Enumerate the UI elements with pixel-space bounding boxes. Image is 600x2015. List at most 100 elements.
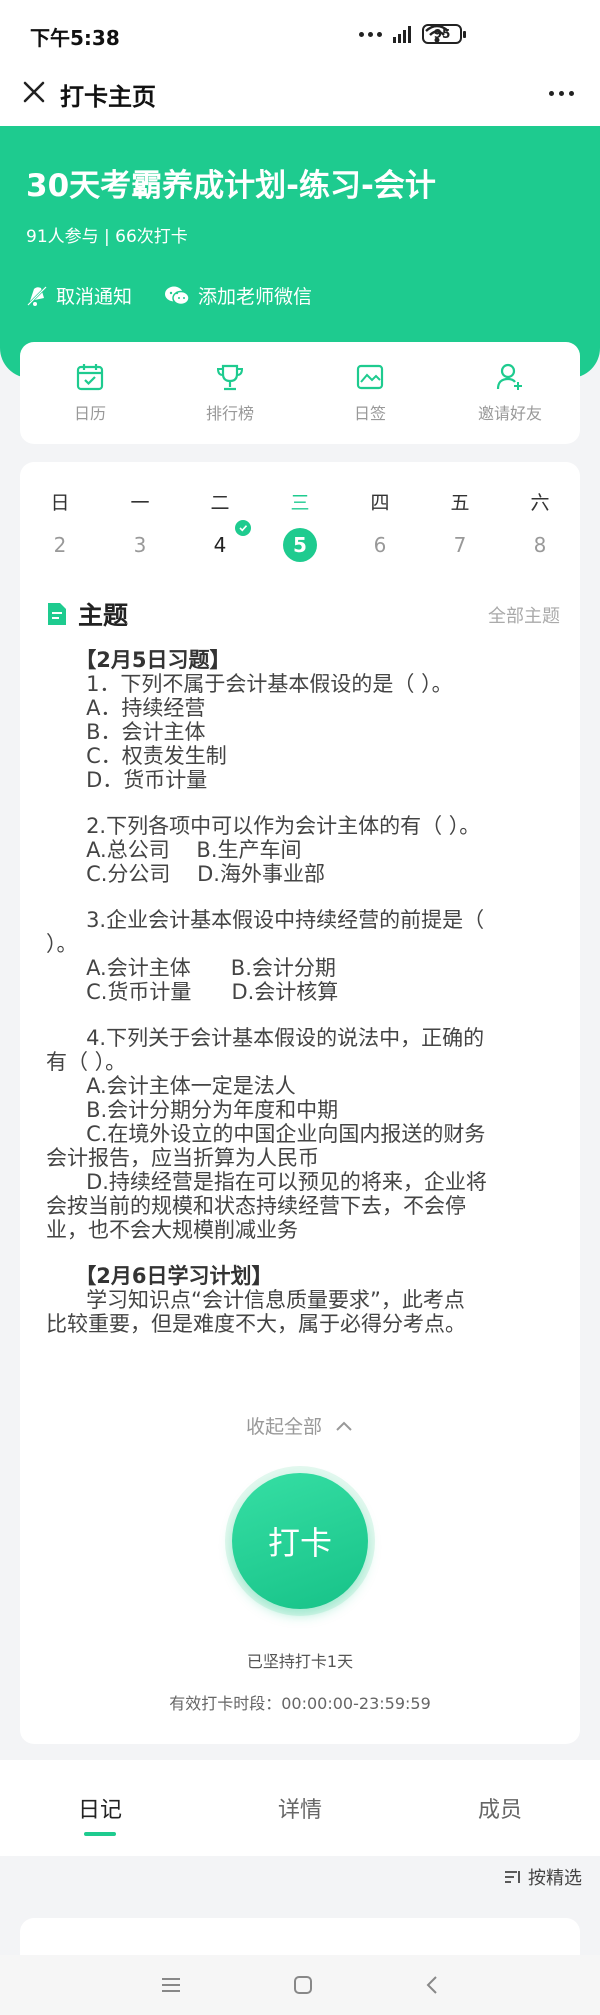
topic-line: 【2月5日习题】 bbox=[46, 648, 231, 672]
day-name: 日 bbox=[50, 492, 70, 514]
filter-featured-label: 按精选 bbox=[528, 1868, 582, 1889]
topic-line: 有（ ）。 bbox=[46, 1050, 127, 1074]
day-name: 三 bbox=[290, 492, 310, 514]
tab-diary[interactable]: 日记 bbox=[0, 1760, 200, 1856]
day-number-today: 5 bbox=[283, 528, 317, 562]
tab-diary-label: 日记 bbox=[77, 1798, 122, 1823]
tab-members-label: 成员 bbox=[477, 1798, 522, 1823]
tool-daily-sign-label: 日签 bbox=[353, 404, 386, 423]
tab-members[interactable]: 成员 bbox=[400, 1760, 600, 1856]
day-number: 2 bbox=[53, 533, 67, 557]
topic-line: B.会计分期分为年度和中期 bbox=[46, 1098, 339, 1122]
day-name: 二 bbox=[210, 492, 230, 514]
status-time: 下午5:38 bbox=[30, 26, 120, 50]
bell-off-icon bbox=[27, 285, 47, 306]
topic-line: A.会计主体 B.会计分期 bbox=[46, 956, 336, 980]
tab-details-label: 详情 bbox=[277, 1798, 322, 1823]
battery-icon: 95 bbox=[422, 24, 466, 44]
page-title: 打卡主页 bbox=[60, 83, 156, 111]
topic-line: 2.下列各项中可以作为会计主体的有（ ）。 bbox=[46, 814, 481, 838]
more-dots-icon bbox=[359, 31, 382, 37]
day-mon[interactable]: 一3 bbox=[100, 488, 180, 562]
topic-line: 业，也不会大规模削减业务 bbox=[46, 1218, 298, 1242]
document-icon bbox=[48, 603, 66, 625]
content-tabs: 日记 详情 成员 bbox=[0, 1760, 600, 1856]
day-fri[interactable]: 五7 bbox=[420, 488, 500, 562]
checkin-period: 有效打卡时段：00:00:00-23:59:59 bbox=[169, 1694, 431, 1713]
topic-line: 4.下列关于会计基本假设的说法中，正确的 bbox=[46, 1026, 485, 1050]
topic-line: A.总公司 B.生产车间 bbox=[46, 838, 302, 862]
checkin-button-wrap: 打卡 bbox=[225, 1466, 375, 1616]
day-sat[interactable]: 六8 bbox=[500, 488, 580, 562]
chevron-up-icon bbox=[336, 1421, 352, 1431]
week-calendar: 日2 一3 二4 三5 四6 五7 六8 bbox=[20, 488, 580, 562]
checked-icon bbox=[235, 520, 251, 536]
topic-line: 学习知识点“会计信息质量要求”，此考点 bbox=[46, 1288, 465, 1312]
tool-calendar[interactable]: 日历 bbox=[20, 342, 160, 444]
day-number-text: 4 bbox=[213, 533, 227, 557]
checkin-card: 日2 一3 二4 三5 四6 五7 六8 主题 全部主题 【2月5日习题】 1．… bbox=[20, 462, 580, 1744]
cancel-notify-button[interactable]: 取消通知 bbox=[26, 282, 132, 309]
add-teacher-wechat-button[interactable]: 添加老师微信 bbox=[164, 282, 312, 309]
day-name: 四 bbox=[370, 492, 390, 514]
signal-icon bbox=[393, 26, 411, 43]
day-thu[interactable]: 四6 bbox=[340, 488, 420, 562]
close-icon bbox=[23, 81, 45, 103]
checkin-button[interactable]: 打卡 bbox=[232, 1473, 368, 1609]
tool-invite-friends-label: 邀请好友 bbox=[477, 404, 542, 423]
topic-line: ）。 bbox=[46, 932, 78, 956]
filter-featured-button[interactable]: 按精选 bbox=[504, 1864, 582, 1890]
close-button[interactable] bbox=[16, 74, 52, 110]
topic-line: 1．下列不属于会计基本假设的是（ ）。 bbox=[46, 672, 453, 696]
tab-details[interactable]: 详情 bbox=[200, 1760, 400, 1856]
tool-daily-sign[interactable]: 日签 bbox=[300, 342, 440, 444]
topic-line: A．持续经营 bbox=[46, 696, 206, 720]
day-number: 3 bbox=[133, 533, 147, 557]
cancel-notify-label: 取消通知 bbox=[56, 286, 133, 308]
topic-line: D．货币计量 bbox=[46, 768, 208, 792]
hero-actions: 取消通知 添加老师微信 bbox=[26, 282, 312, 309]
topic-content: 【2月5日习题】 1．下列不属于会计基本假设的是（ ）。 A．持续经营 B．会计… bbox=[46, 648, 566, 1336]
day-name: 一 bbox=[130, 492, 150, 514]
tools-bar: 日历 排行榜 日签 邀请好友 bbox=[20, 342, 580, 444]
tool-leaderboard[interactable]: 排行榜 bbox=[160, 342, 300, 444]
tool-invite-friends[interactable]: 邀请好友 bbox=[440, 342, 580, 444]
day-wed[interactable]: 三5 bbox=[260, 488, 340, 562]
back-icon[interactable] bbox=[424, 1974, 440, 1996]
topic-line: B．会计主体 bbox=[46, 720, 206, 744]
day-tue[interactable]: 二4 bbox=[180, 488, 260, 562]
sort-icon bbox=[505, 1871, 520, 1883]
day-name: 五 bbox=[450, 492, 470, 514]
day-name: 六 bbox=[530, 492, 550, 514]
system-nav-bar bbox=[0, 1955, 600, 2015]
menu-icon[interactable] bbox=[160, 1976, 182, 1994]
topic-line: 【2月6日学习计划】 bbox=[46, 1264, 273, 1288]
plan-stats: 91人参与 | 66次打卡 bbox=[26, 227, 188, 247]
trophy-icon bbox=[216, 364, 244, 391]
wechat-icon bbox=[165, 286, 190, 305]
topic-line: C.在境外设立的中国企业向国内报送的财务 bbox=[46, 1122, 486, 1146]
plan-header: 30天考霸养成计划-练习-会计 91人参与 | 66次打卡 取消通知 添加老师微… bbox=[0, 126, 600, 378]
nav-bar: 打卡主页 bbox=[0, 60, 600, 126]
topic-line: 比较重要，但是难度不大，属于必得分考点。 bbox=[46, 1312, 466, 1336]
topic-line: C.货币计量 D.会计核算 bbox=[46, 980, 339, 1004]
calendar-icon bbox=[76, 364, 104, 391]
collapse-all-button[interactable]: 收起全部 bbox=[20, 1412, 580, 1439]
tool-calendar-label: 日历 bbox=[73, 404, 106, 423]
day-sun[interactable]: 日2 bbox=[20, 488, 100, 562]
add-teacher-wechat-label: 添加老师微信 bbox=[198, 286, 313, 308]
day-number: 7 bbox=[453, 533, 467, 557]
topic-line: C.分公司 D.海外事业部 bbox=[46, 862, 325, 886]
battery-level: 95 bbox=[433, 27, 451, 41]
topic-title: 主题 bbox=[78, 601, 129, 630]
invite-user-icon bbox=[496, 363, 522, 390]
more-button[interactable] bbox=[549, 78, 574, 108]
home-icon[interactable] bbox=[292, 1974, 314, 1996]
streak-text: 已坚持打卡1天 bbox=[246, 1652, 354, 1671]
topic-line: A.会计主体一定是法人 bbox=[46, 1074, 296, 1098]
all-topics-link[interactable]: 全部主题 bbox=[488, 602, 560, 628]
day-number: 8 bbox=[533, 533, 547, 557]
topic-line: 会计报告，应当折算为人民币 bbox=[46, 1146, 319, 1170]
collapse-all-label: 收起全部 bbox=[245, 1416, 322, 1438]
